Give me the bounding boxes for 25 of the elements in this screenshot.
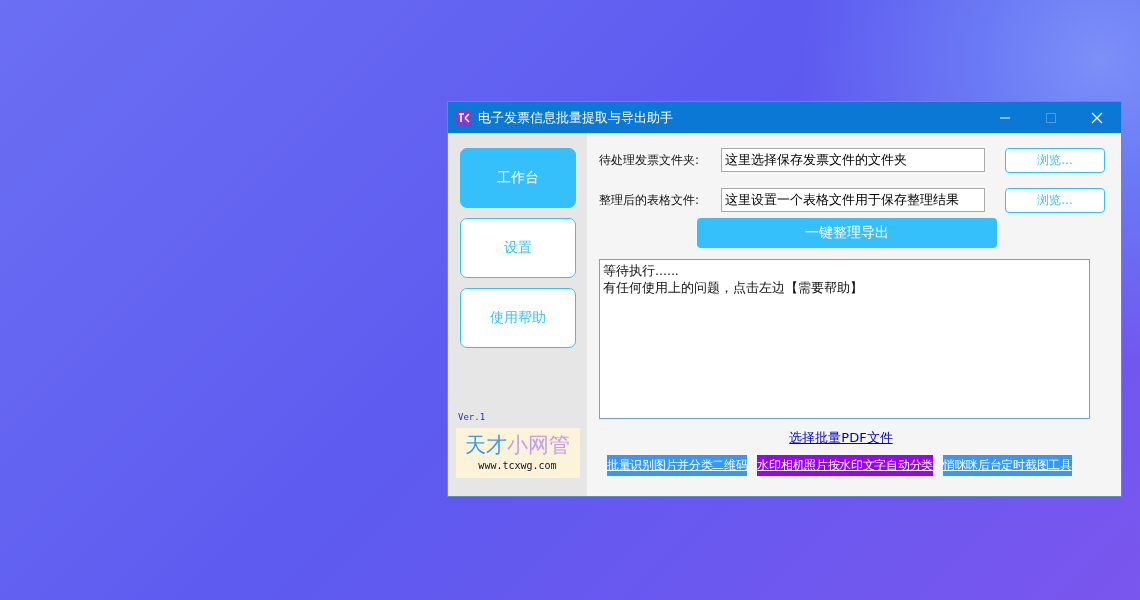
export-button[interactable]: 一键整理导出	[697, 218, 997, 248]
version-label: Ver.1	[458, 412, 486, 422]
tool-link[interactable]: 水印相机照片按水印文字自动分类	[757, 455, 933, 476]
nav-button[interactable]: 工作台	[459, 148, 576, 208]
logo[interactable]: 天才小网管 www.tcxwg.com	[455, 428, 580, 478]
maximize-icon[interactable]	[1045, 111, 1057, 124]
input-field[interactable]: 这里设置一个表格文件用于保存整理结果	[721, 188, 985, 212]
logo-text: 小网管	[507, 433, 570, 457]
browse-button[interactable]: 浏览...	[1005, 187, 1105, 213]
log-line: 有任何使用上的问题，点击左边【需要帮助】	[603, 279, 864, 296]
input-field[interactable]: 这里选择保存发票文件的文件夹	[721, 148, 985, 172]
log-area[interactable]: 等待执行...... 有任何使用上的问题，点击左边【需要帮助】	[599, 259, 1090, 419]
field-label: 整理后的表格文件:	[599, 191, 701, 209]
logo-text: 天才	[465, 433, 507, 457]
nav-button[interactable]: 设置	[459, 218, 576, 278]
window-title: 电子发票信息批量提取与导出助手	[478, 108, 674, 127]
field-label: 待处理发票文件夹:	[599, 151, 701, 169]
close-icon[interactable]	[1091, 111, 1103, 124]
app-icon	[456, 109, 472, 126]
nav-button[interactable]: 使用帮助	[459, 288, 576, 348]
tool-link[interactable]: 悄咪咪后台定时截图工具	[942, 455, 1072, 476]
logo-url: www.tcxwg.com	[478, 460, 557, 471]
browse-button[interactable]: 浏览...	[1005, 147, 1105, 173]
log-line: 等待执行......	[603, 262, 680, 279]
pdf-link[interactable]: 选择批量PDF文件	[789, 429, 893, 447]
